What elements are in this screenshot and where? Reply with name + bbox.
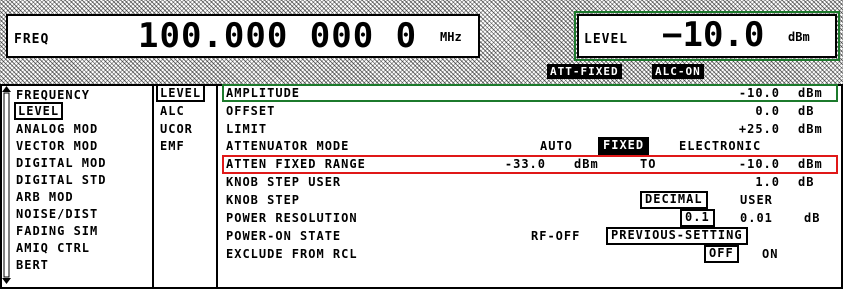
- offset-unit: dB: [798, 104, 815, 118]
- attenuator-mode-label: ATTENUATOR MODE: [226, 139, 350, 153]
- attenuator-mode-electronic[interactable]: ELECTRONIC: [679, 138, 761, 154]
- main-menu-noise-dist[interactable]: NOISE/DIST: [16, 205, 98, 223]
- exclude-from-rcl-on[interactable]: ON: [762, 246, 778, 262]
- exclude-from-rcl-label: EXCLUDE FROM RCL: [226, 247, 358, 261]
- main-menu-scrollbar[interactable]: [2, 86, 11, 284]
- menu-separator: [152, 86, 154, 287]
- sub-menu-emf[interactable]: EMF: [160, 137, 185, 155]
- limit-value[interactable]: +25.0: [690, 120, 780, 138]
- knob-step-user[interactable]: USER: [740, 192, 773, 208]
- frequency-label: FREQ: [14, 32, 50, 47]
- frequency-value[interactable]: 100.000 000 0: [138, 16, 417, 56]
- sub-menu-level[interactable]: LEVEL: [156, 84, 206, 102]
- power-on-state-previous-setting[interactable]: PREVIOUS-SETTING: [606, 227, 748, 245]
- frequency-unit: MHz: [440, 30, 462, 44]
- power-resolution-0-1[interactable]: 0.1: [680, 209, 715, 227]
- atten-fixed-range-from-value[interactable]: -33.0: [486, 155, 546, 173]
- knob-step-user-label: KNOB STEP USER: [226, 175, 342, 189]
- knob-step-label: KNOB STEP: [226, 193, 301, 207]
- level-unit: dBm: [788, 30, 810, 44]
- atten-fixed-range-to-unit: dBm: [798, 157, 823, 171]
- signal-generator-screen: FREQ 100.000 000 0 MHz LEVEL −10.0 dBm A…: [0, 0, 843, 289]
- amplitude-value[interactable]: -10.0: [690, 84, 780, 102]
- main-menu-digital-std[interactable]: DIGITAL STD: [16, 171, 106, 189]
- amplitude-label: AMPLITUDE: [226, 86, 301, 100]
- main-menu-analog-mod[interactable]: ANALOG MOD: [16, 120, 98, 138]
- submenu-separator: [216, 86, 218, 287]
- atten-fixed-range-to-value[interactable]: -10.0: [690, 155, 780, 173]
- status-badge-att-fixed: ATT-FIXED: [547, 64, 622, 79]
- level-label: LEVEL: [584, 32, 629, 47]
- power-resolution-unit: dB: [804, 211, 821, 225]
- power-on-state-label: POWER-ON STATE: [226, 229, 342, 243]
- main-menu-vector-mod[interactable]: VECTOR MOD: [16, 137, 98, 155]
- main-menu-arb-mod[interactable]: ARB MOD: [16, 188, 74, 206]
- offset-value[interactable]: 0.0: [690, 102, 780, 120]
- main-menu-digital-mod[interactable]: DIGITAL MOD: [16, 154, 106, 172]
- exclude-from-rcl-off[interactable]: OFF: [704, 245, 739, 263]
- attenuator-mode-auto[interactable]: AUTO: [540, 138, 573, 154]
- sub-menu-ucor[interactable]: UCOR: [160, 120, 193, 138]
- main-menu-level[interactable]: LEVEL: [14, 102, 64, 120]
- atten-fixed-range-to-label: TO: [640, 157, 657, 171]
- status-badge-alc-on: ALC-ON: [652, 64, 704, 79]
- attenuator-mode-fixed[interactable]: FIXED: [598, 137, 650, 155]
- atten-fixed-range-from-unit: dBm: [574, 157, 599, 171]
- knob-step-user-unit: dB: [798, 175, 815, 189]
- atten-fixed-range-label: ATTEN FIXED RANGE: [226, 157, 366, 171]
- amplitude-unit: dBm: [798, 86, 823, 100]
- main-menu-bert[interactable]: BERT: [16, 256, 49, 274]
- main-menu-fading-sim[interactable]: FADING SIM: [16, 222, 98, 240]
- power-resolution-label: POWER RESOLUTION: [226, 211, 358, 225]
- knob-step-user-value[interactable]: 1.0: [690, 173, 780, 191]
- limit-unit: dBm: [798, 122, 823, 136]
- limit-label: LIMIT: [226, 122, 268, 136]
- level-value[interactable]: −10.0: [662, 15, 764, 55]
- power-resolution-0-01[interactable]: 0.01: [740, 210, 773, 226]
- power-on-state-rf-off[interactable]: RF-OFF: [531, 228, 580, 244]
- offset-label: OFFSET: [226, 104, 276, 118]
- sub-menu-alc[interactable]: ALC: [160, 102, 185, 120]
- knob-step-decimal[interactable]: DECIMAL: [640, 191, 708, 209]
- main-menu-amiq-ctrl[interactable]: AMIQ CTRL: [16, 239, 90, 257]
